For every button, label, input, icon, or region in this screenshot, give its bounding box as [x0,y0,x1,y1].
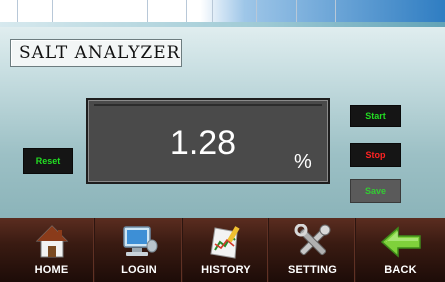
top-strip-divider [296,0,297,22]
bottom-nav-bar: HOME LOGIN HISTORY SETTING BACK [0,218,445,282]
tools-icon [294,224,330,256]
nav-history-button[interactable]: HISTORY [183,218,269,282]
start-button[interactable]: Start [350,105,401,127]
nav-login-label: LOGIN [121,264,157,276]
nav-setting-label: SETTING [287,264,338,276]
reading-value: 1.28 [169,124,237,162]
top-border-line [0,22,445,27]
reading-display: 1.28 % [86,98,330,184]
computer-icon [123,226,158,256]
hmi-screen: SALT ANALYZER 1.28 % Reset Start Stop Sa… [0,0,445,282]
nav-home-label: HOME [34,264,69,276]
reading-unit: % [294,151,312,173]
reset-button[interactable]: Reset [23,148,73,174]
stop-button[interactable]: Stop [350,143,401,167]
nav-login-button[interactable]: LOGIN [95,218,183,282]
top-strip-divider [52,0,53,22]
nav-back-label: BACK [384,264,417,276]
nav-history-label: HISTORY [201,264,251,276]
house-icon [35,225,68,258]
page-title: SALT ANALYZER [10,39,182,67]
display-bezel [94,104,322,106]
top-strip [0,0,445,22]
top-strip-divider [17,0,18,22]
nav-back-button[interactable]: BACK [356,218,445,282]
top-strip-divider [256,0,257,22]
top-strip-divider [335,0,336,22]
nav-home-button[interactable]: HOME [8,218,95,282]
nav-setting-button[interactable]: SETTING [269,218,356,282]
save-button[interactable]: Save [350,179,401,203]
top-strip-divider [212,0,213,22]
arrow-left-icon [380,226,421,258]
top-strip-divider [186,0,187,22]
chart-icon [210,226,240,259]
top-strip-divider [147,0,148,22]
